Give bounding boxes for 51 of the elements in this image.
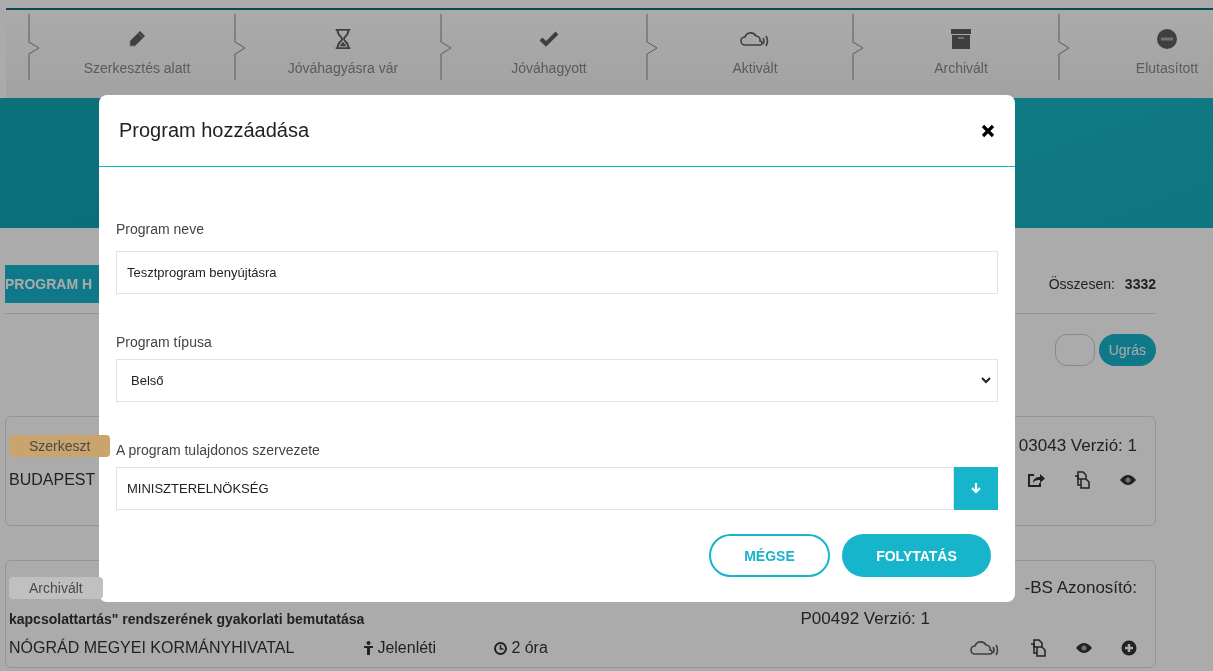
plus-circle-icon[interactable]: [1121, 640, 1137, 656]
continue-button[interactable]: FOLYTATÁS: [842, 534, 991, 577]
program-id: 03043 Verzió: 1: [1018, 436, 1137, 456]
status-step[interactable]: Aktivált: [658, 14, 852, 76]
status-step[interactable]: Archivált: [864, 14, 1058, 76]
clock-icon: [494, 641, 508, 655]
status-step[interactable]: Jóváhagyásra vár: [246, 14, 440, 76]
organization-field[interactable]: MINISZTERELNÖKSÉG: [116, 467, 954, 510]
arrow-down-icon: [971, 483, 981, 494]
attendance-mode: Jelenléti: [364, 639, 475, 657]
total-value: 3332: [1124, 276, 1156, 292]
jump-button[interactable]: Ugrás: [1098, 334, 1156, 366]
cancel-button[interactable]: MÉGSE: [709, 534, 830, 577]
program-type-dropdown[interactable]: Belső: [116, 359, 998, 402]
program-title: kapcsolattartás" rendszerének gyakorlati bemutatása: [9, 611, 365, 627]
organization-name: NÓGRÁD MEGYEI KORMÁNYHIVATAL: [9, 639, 295, 657]
chevron-divider-icon: [234, 14, 246, 80]
dialog-title: Program hozzáadása: [119, 119, 310, 142]
copy-icon[interactable]: [1029, 639, 1047, 657]
status-step[interactable]: Jóváhagyott: [452, 14, 646, 76]
chevron-divider-icon: [646, 14, 658, 80]
page-number-field[interactable]: [1054, 334, 1095, 366]
field-label: Program típusa: [116, 334, 213, 350]
chevron-down-icon: [981, 377, 991, 384]
chevron-divider-icon: [1058, 14, 1070, 80]
copy-icon[interactable]: [1073, 471, 1091, 489]
hourglass-icon: [334, 28, 352, 50]
eye-icon[interactable]: [1075, 642, 1093, 654]
minus-circle-icon: [1156, 28, 1178, 50]
archive-box-icon: [950, 28, 972, 50]
pencil-icon: [127, 28, 147, 50]
chevron-divider-icon: [852, 14, 864, 80]
program-name-field[interactable]: Tesztprogram benyújtásra: [116, 251, 998, 294]
status-badge: Szerkeszt: [9, 435, 111, 457]
status-step[interactable]: Elutasított: [1070, 14, 1213, 76]
chevron-divider-icon: [28, 14, 40, 80]
total-label: Összesen:: [1048, 276, 1115, 292]
organization-name: BUDAPEST: [9, 471, 96, 489]
program-id: -BS Azonosító:: [1024, 578, 1137, 598]
field-label: Program neve: [116, 221, 205, 237]
chevron-divider-icon: [440, 14, 452, 80]
status-step[interactable]: Szerkesztés alatt: [40, 14, 234, 76]
program-version: P00492 Verzió: 1: [800, 609, 930, 629]
share-icon[interactable]: [1027, 472, 1045, 488]
field-label: A program tulajdonos szervezete: [116, 442, 321, 458]
eye-icon[interactable]: [1119, 474, 1137, 486]
cloud-signal-icon: [969, 639, 1001, 657]
duration: 2 óra: [494, 639, 605, 657]
status-badge: Archivált: [9, 577, 103, 599]
person-icon: [364, 641, 374, 655]
close-icon[interactable]: [981, 123, 995, 138]
